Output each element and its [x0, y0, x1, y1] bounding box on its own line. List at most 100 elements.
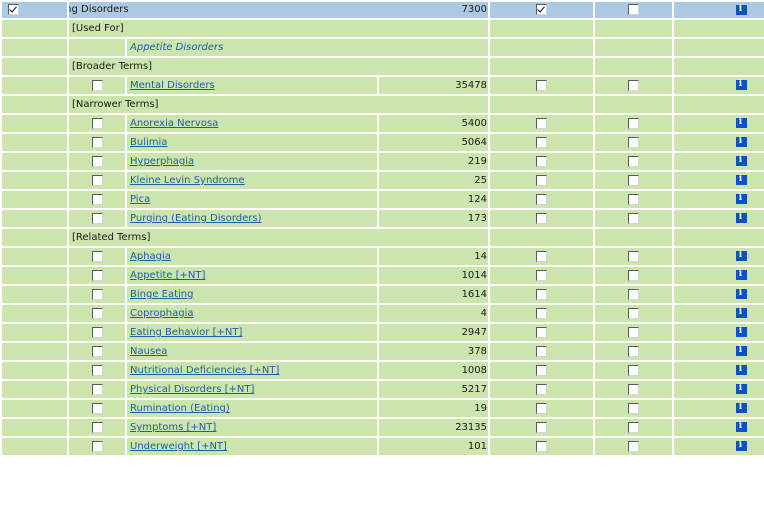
explode-checkbox[interactable] — [536, 79, 548, 91]
term-select-checkbox[interactable] — [91, 117, 103, 129]
term-select-checkbox[interactable] — [91, 288, 103, 300]
term-link[interactable]: Aphagia — [125, 246, 379, 267]
focus-checkbox[interactable] — [628, 4, 640, 16]
term-link[interactable]: Symptoms [+NT] — [125, 417, 379, 438]
focus-checkbox[interactable] — [628, 440, 640, 452]
explode-checkbox[interactable] — [536, 383, 548, 395]
term-link[interactable]: Physical Disorders [+NT] — [125, 379, 379, 400]
focus-checkbox[interactable] — [628, 421, 640, 433]
info-icon[interactable]: i — [736, 384, 748, 394]
explode-checkbox[interactable] — [536, 307, 548, 319]
term-select-checkbox[interactable] — [91, 402, 103, 414]
term-link[interactable]: Binge Eating — [125, 284, 379, 305]
info-icon[interactable]: i — [736, 422, 748, 432]
explode-checkbox[interactable] — [536, 269, 548, 281]
focus-checkbox[interactable] — [628, 193, 640, 205]
info-icon[interactable]: i — [736, 441, 748, 451]
term-select-checkbox[interactable] — [91, 79, 103, 91]
info-icon[interactable]: i — [736, 118, 748, 128]
explode-checkbox[interactable] — [536, 4, 548, 16]
term-select-checkbox[interactable] — [91, 307, 103, 319]
explode-checkbox[interactable] — [536, 440, 548, 452]
info-icon[interactable]: i — [736, 327, 748, 337]
main-term-checkbox[interactable] — [8, 4, 19, 16]
term-link[interactable]: Anorexia Nervosa — [125, 113, 379, 134]
explode-checkbox[interactable] — [536, 288, 548, 300]
term-count: 14 — [376, 246, 491, 267]
term-select-checkbox[interactable] — [91, 440, 103, 452]
term-row: Pica 124 i — [0, 189, 764, 210]
term-select-checkbox[interactable] — [91, 250, 103, 262]
term-link[interactable]: Hyperphagia — [125, 151, 379, 172]
term-link[interactable]: Nausea — [125, 341, 379, 362]
explode-checkbox[interactable] — [536, 402, 548, 414]
info-icon[interactable]: i — [736, 4, 748, 15]
term-row: Anorexia Nervosa 5400 i — [0, 113, 764, 134]
focus-checkbox[interactable] — [628, 212, 640, 224]
term-link[interactable]: Purging (Eating Disorders) — [125, 208, 379, 229]
term-link[interactable]: Eating Behavior [+NT] — [125, 322, 379, 343]
explode-checkbox[interactable] — [536, 421, 548, 433]
term-link[interactable]: Appetite [+NT] — [125, 265, 379, 286]
focus-checkbox[interactable] — [628, 402, 640, 414]
focus-checkbox[interactable] — [628, 174, 640, 186]
focus-checkbox[interactable] — [628, 307, 640, 319]
focus-checkbox[interactable] — [628, 383, 640, 395]
focus-checkbox[interactable] — [628, 117, 640, 129]
term-link[interactable]: Underweight [+NT] — [125, 436, 379, 457]
focus-checkbox[interactable] — [628, 364, 640, 376]
explode-checkbox[interactable] — [536, 136, 548, 148]
term-link[interactable]: Bulimia — [125, 132, 379, 153]
explode-checkbox[interactable] — [536, 155, 548, 167]
info-icon[interactable]: i — [736, 270, 748, 280]
info-icon[interactable]: i — [736, 365, 748, 375]
term-link[interactable]: Kleine Levin Syndrome — [125, 170, 379, 191]
term-select-checkbox[interactable] — [91, 212, 103, 224]
term-select-checkbox[interactable] — [91, 136, 103, 148]
focus-checkbox[interactable] — [628, 250, 640, 262]
focus-checkbox[interactable] — [628, 326, 640, 338]
focus-checkbox[interactable] — [628, 155, 640, 167]
term-select-checkbox[interactable] — [91, 421, 103, 433]
term-select-checkbox[interactable] — [91, 326, 103, 338]
term-select-checkbox[interactable] — [91, 345, 103, 357]
info-icon[interactable]: i — [736, 194, 748, 204]
term-select-checkbox[interactable] — [91, 364, 103, 376]
term-select-checkbox[interactable] — [91, 383, 103, 395]
term-link[interactable]: Pica — [125, 189, 379, 210]
info-icon[interactable]: i — [736, 156, 748, 166]
explode-checkbox[interactable] — [536, 345, 548, 357]
term-link[interactable]: Mental Disorders — [125, 75, 379, 96]
info-icon[interactable]: i — [736, 289, 748, 299]
focus-checkbox[interactable] — [628, 269, 640, 281]
explode-checkbox[interactable] — [536, 193, 548, 205]
explode-checkbox[interactable] — [536, 364, 548, 376]
term-link[interactable]: Nutritional Deficiencies [+NT] — [125, 360, 379, 381]
focus-checkbox[interactable] — [628, 345, 640, 357]
info-icon[interactable]: i — [736, 308, 748, 318]
focus-checkbox[interactable] — [628, 288, 640, 300]
info-icon[interactable]: i — [736, 175, 748, 185]
explode-checkbox[interactable] — [536, 326, 548, 338]
info-icon[interactable]: i — [736, 80, 748, 90]
info-icon[interactable]: i — [736, 137, 748, 147]
info-icon[interactable]: i — [736, 251, 748, 261]
info-icon[interactable]: i — [736, 213, 748, 223]
term-link[interactable]: Coprophagia — [125, 303, 379, 324]
term-row: Nausea 378 i — [0, 341, 764, 362]
focus-checkbox[interactable] — [628, 79, 640, 91]
explode-checkbox[interactable] — [536, 174, 548, 186]
term-select-checkbox[interactable] — [91, 193, 103, 205]
term-row: Purging (Eating Disorders) 173 i — [0, 208, 764, 229]
term-select-checkbox[interactable] — [91, 174, 103, 186]
term-link[interactable]: Rumination (Eating) — [125, 398, 379, 419]
info-icon[interactable]: i — [736, 403, 748, 413]
explode-checkbox[interactable] — [536, 117, 548, 129]
explode-checkbox[interactable] — [536, 212, 548, 224]
focus-checkbox[interactable] — [628, 136, 640, 148]
explode-checkbox[interactable] — [536, 250, 548, 262]
term-select-checkbox[interactable] — [91, 155, 103, 167]
term-select-checkbox[interactable] — [91, 269, 103, 281]
term-count: 1014 — [376, 265, 491, 286]
info-icon[interactable]: i — [736, 346, 748, 356]
